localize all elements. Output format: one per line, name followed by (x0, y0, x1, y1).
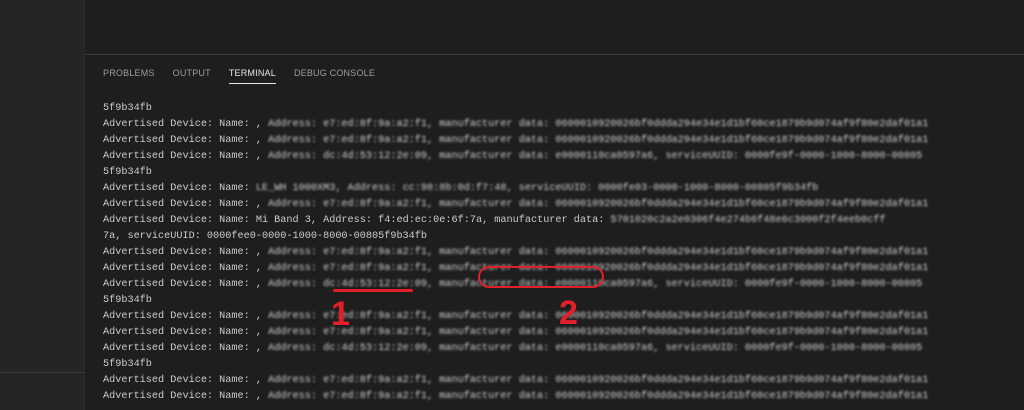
terminal-line: Advertised Device: Name: , Address: e7:e… (103, 133, 1018, 149)
annotation-circle-address (478, 266, 604, 288)
terminal-line-text: Advertised Device: Name: , (103, 343, 262, 354)
terminal-line: Advertised Device: Name: , Address: dc:4… (103, 149, 1018, 165)
terminal-line-text: Advertised Device: Name: , (103, 247, 262, 258)
editor-area (85, 0, 1024, 55)
terminal-line-address: f4:ed:ec:0e:6f:7a (378, 215, 483, 226)
terminal-line-text: Advertised Device: Name: Mi Band 3, Addr… (103, 215, 372, 226)
terminal-line-text: Advertised Device: Name: , (103, 263, 262, 274)
terminal-line-redacted: Address: e7:ed:8f:9a:a2:f1, manufacturer… (261, 119, 929, 130)
tab-debug-console[interactable]: DEBUG CONSOLE (294, 68, 375, 84)
bottom-panel: PROBLEMS OUTPUT TERMINAL DEBUG CONSOLE 5… (85, 55, 1024, 410)
terminal-line-text: 5f9b34fb (103, 167, 152, 178)
terminal-line-text: 5f9b34fb (103, 103, 152, 114)
terminal-line-redacted: Address: e7:ed:8f:9a:a2:f1, manufacturer… (261, 247, 929, 258)
terminal-line-redacted: Address: e7:ed:8f:9a:a2:f1, manufacturer… (261, 327, 929, 338)
terminal-line-text: Advertised Device: Name: , (103, 151, 262, 162)
panel-tabs: PROBLEMS OUTPUT TERMINAL DEBUG CONSOLE (103, 68, 375, 84)
terminal-line-text: Advertised Device: Name: (103, 183, 250, 194)
terminal-line-redacted: Address: e7:ed:8f:9a:a2:f1, manufacturer… (261, 391, 929, 402)
vscode-window: PROBLEMS OUTPUT TERMINAL DEBUG CONSOLE 5… (0, 0, 1024, 410)
terminal-line: Advertised Device: Name: , Address: e7:e… (103, 389, 1018, 405)
terminal-line-text: Advertised Device: Name: , (103, 119, 262, 130)
terminal-line: 5f9b34fb (103, 165, 1018, 181)
terminal-line: Advertised Device: Name: LE_WH 1000XM3, … (103, 181, 1018, 197)
sidebar-divider (0, 372, 85, 373)
terminal-line: Advertised Device: Name: Mi Band 3, Addr… (103, 213, 1018, 229)
tab-problems[interactable]: PROBLEMS (103, 68, 155, 84)
terminal-line: Advertised Device: Name: , Address: e7:e… (103, 197, 1018, 213)
terminal-line-text: Advertised Device: Name: , (103, 375, 262, 386)
terminal-line-text: Advertised Device: Name: , (103, 311, 262, 322)
annotation-underline-name (333, 289, 413, 292)
terminal-line-redacted: LE_WH 1000XM3, Address: cc:98:8b:0d:f7:4… (249, 183, 819, 194)
tab-output[interactable]: OUTPUT (173, 68, 211, 84)
terminal-line-text: 5f9b34fb (103, 295, 152, 306)
terminal-line-redacted: Address: dc:4d:53:12:2e:09, manufacturer… (261, 151, 923, 162)
terminal-line-text: Advertised Device: Name: , (103, 327, 262, 338)
tab-terminal[interactable]: TERMINAL (228, 68, 277, 84)
terminal-line-redacted: Address: e7:ed:8f:9a:a2:f1, manufacturer… (261, 375, 929, 386)
terminal-line: 7a, serviceUUID: 0000fee0-0000-1000-8000… (103, 229, 1018, 245)
terminal-line-text: Advertised Device: Name: , (103, 279, 262, 290)
terminal-line-text: Advertised Device: Name: , (103, 391, 262, 402)
terminal-line: Advertised Device: Name: , Address: dc:4… (103, 341, 1018, 357)
terminal-line-redacted: Address: e7:ed:8f:9a:a2:f1, manufacturer… (261, 135, 929, 146)
terminal-line: Advertised Device: Name: , Address: e7:e… (103, 373, 1018, 389)
terminal-line: 5f9b34fb (103, 101, 1018, 117)
terminal-line-redacted: Address: dc:4d:53:12:2e:09, manufacturer… (261, 343, 923, 354)
terminal-line: Advertised Device: Name: , Address: e7:e… (103, 117, 1018, 133)
terminal-line-text: 7a, serviceUUID: 0000fee0-0000-1000-8000… (103, 231, 428, 242)
terminal-line-suffix: , manufacturer data: (482, 215, 605, 226)
terminal-line-text: 5f9b34fb (103, 359, 152, 370)
terminal-line-redacted: Address: e7:ed:8f:9a:a2:f1, manufacturer… (261, 199, 929, 210)
terminal-output[interactable]: 5f9b34fb Advertised Device: Name: , Addre… (103, 101, 1018, 406)
terminal-line-text: Advertised Device: Name: , (103, 135, 262, 146)
terminal-line: Advertised Device: Name: , Address: e7:e… (103, 245, 1018, 261)
terminal-line: 5f9b34fb (103, 357, 1018, 373)
annotation-number-2: 2 (559, 294, 578, 332)
annotation-number-1: 1 (331, 295, 350, 333)
terminal-line-redacted: 5701020c2a2e0306f4e274b6f48e6c3000f2f4ee… (604, 215, 886, 226)
terminal-line-redacted: Address: e7:ed:8f:9a:a2:f1, manufacturer… (261, 311, 929, 322)
terminal-line-text: Advertised Device: Name: , (103, 199, 262, 210)
sidebar (0, 0, 85, 410)
